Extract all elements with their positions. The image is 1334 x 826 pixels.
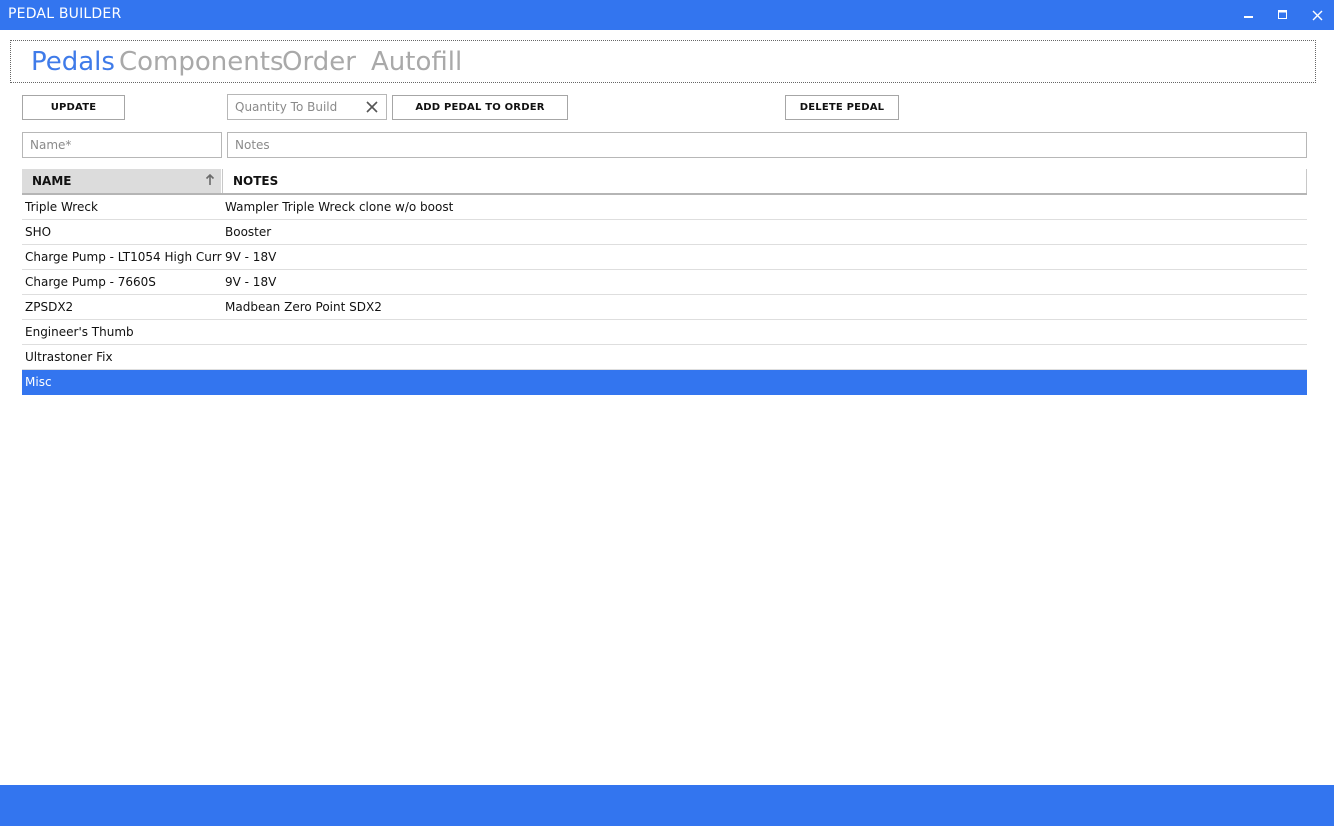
quantity-field xyxy=(227,94,387,120)
cell-notes: 9V - 18V xyxy=(225,250,277,264)
update-button[interactable]: UPDATE xyxy=(22,95,125,120)
grid-header: NAME NOTES xyxy=(22,169,1307,195)
cell-notes: Madbean Zero Point SDX2 xyxy=(225,300,382,314)
column-header-notes[interactable]: NOTES xyxy=(222,169,1307,193)
app-title: PEDAL BUILDER xyxy=(8,6,122,22)
cell-name: ZPSDX2 xyxy=(25,300,74,314)
add-pedal-to-order-button[interactable]: ADD PEDAL TO ORDER xyxy=(392,95,568,120)
tab-autofill[interactable]: Autofill xyxy=(371,47,462,77)
cell-notes xyxy=(225,370,1305,394)
delete-pedal-button[interactable]: DELETE PEDAL xyxy=(785,95,899,120)
cell-name: SHO xyxy=(25,225,52,239)
column-header-label: NOTES xyxy=(233,174,279,188)
name-input[interactable] xyxy=(23,133,221,157)
table-row[interactable]: ZPSDX2 Madbean Zero Point SDX2 xyxy=(22,295,1307,320)
cell-notes: Booster xyxy=(225,225,272,239)
sort-ascending-icon xyxy=(205,173,215,189)
minimize-icon xyxy=(1244,16,1253,18)
notes-field xyxy=(227,132,1307,158)
clear-icon xyxy=(366,101,378,113)
pedals-grid: NAME NOTES Triple Wreck Wampler Triple Wr… xyxy=(22,169,1307,395)
notes-input[interactable] xyxy=(228,133,1306,157)
table-row[interactable]: Ultrastoner Fix xyxy=(22,345,1307,370)
title-bar: PEDAL BUILDER xyxy=(0,0,1334,30)
cell-name: Triple Wreck xyxy=(25,200,98,214)
cell-name: Charge Pump - 7660S xyxy=(25,275,156,289)
table-row[interactable]: Engineer's Thumb xyxy=(22,320,1307,345)
tab-order[interactable]: Order xyxy=(282,47,356,77)
table-row[interactable]: Triple Wreck Wampler Triple Wreck clone w… xyxy=(22,195,1307,220)
close-icon xyxy=(1312,10,1322,20)
table-row[interactable]: SHO Booster xyxy=(22,220,1307,245)
clear-quantity-button[interactable] xyxy=(362,97,382,117)
name-field xyxy=(22,132,222,158)
cell-notes: 9V - 18V xyxy=(225,275,277,289)
table-row[interactable]: Misc xyxy=(22,370,1307,395)
column-header-label: NAME xyxy=(32,174,72,188)
cell-notes xyxy=(225,345,1305,369)
cell-name: Ultrastoner Fix xyxy=(25,350,113,364)
cell-notes: Wampler Triple Wreck clone w/o boost xyxy=(225,200,454,214)
status-bar xyxy=(0,785,1334,826)
minimize-button[interactable] xyxy=(1232,0,1266,30)
close-button[interactable] xyxy=(1300,0,1334,30)
quantity-input[interactable] xyxy=(228,95,358,119)
cell-name: Charge Pump - LT1054 High Current xyxy=(25,250,222,264)
maximize-icon xyxy=(1278,10,1287,19)
maximize-button[interactable] xyxy=(1266,0,1300,30)
grid-body: Triple Wreck Wampler Triple Wreck clone w… xyxy=(22,195,1307,395)
tab-pedals[interactable]: Pedals xyxy=(31,47,115,77)
tab-components[interactable]: Components xyxy=(119,47,284,77)
cell-notes xyxy=(225,320,1305,344)
column-header-name[interactable]: NAME xyxy=(22,169,221,193)
tab-strip: Pedals Components Order Autofill xyxy=(10,40,1316,83)
cell-name: Engineer's Thumb xyxy=(25,325,134,339)
table-row[interactable]: Charge Pump - LT1054 High Current 9V - 18… xyxy=(22,245,1307,270)
cell-name: Misc xyxy=(25,375,52,389)
table-row[interactable]: Charge Pump - 7660S 9V - 18V xyxy=(22,270,1307,295)
